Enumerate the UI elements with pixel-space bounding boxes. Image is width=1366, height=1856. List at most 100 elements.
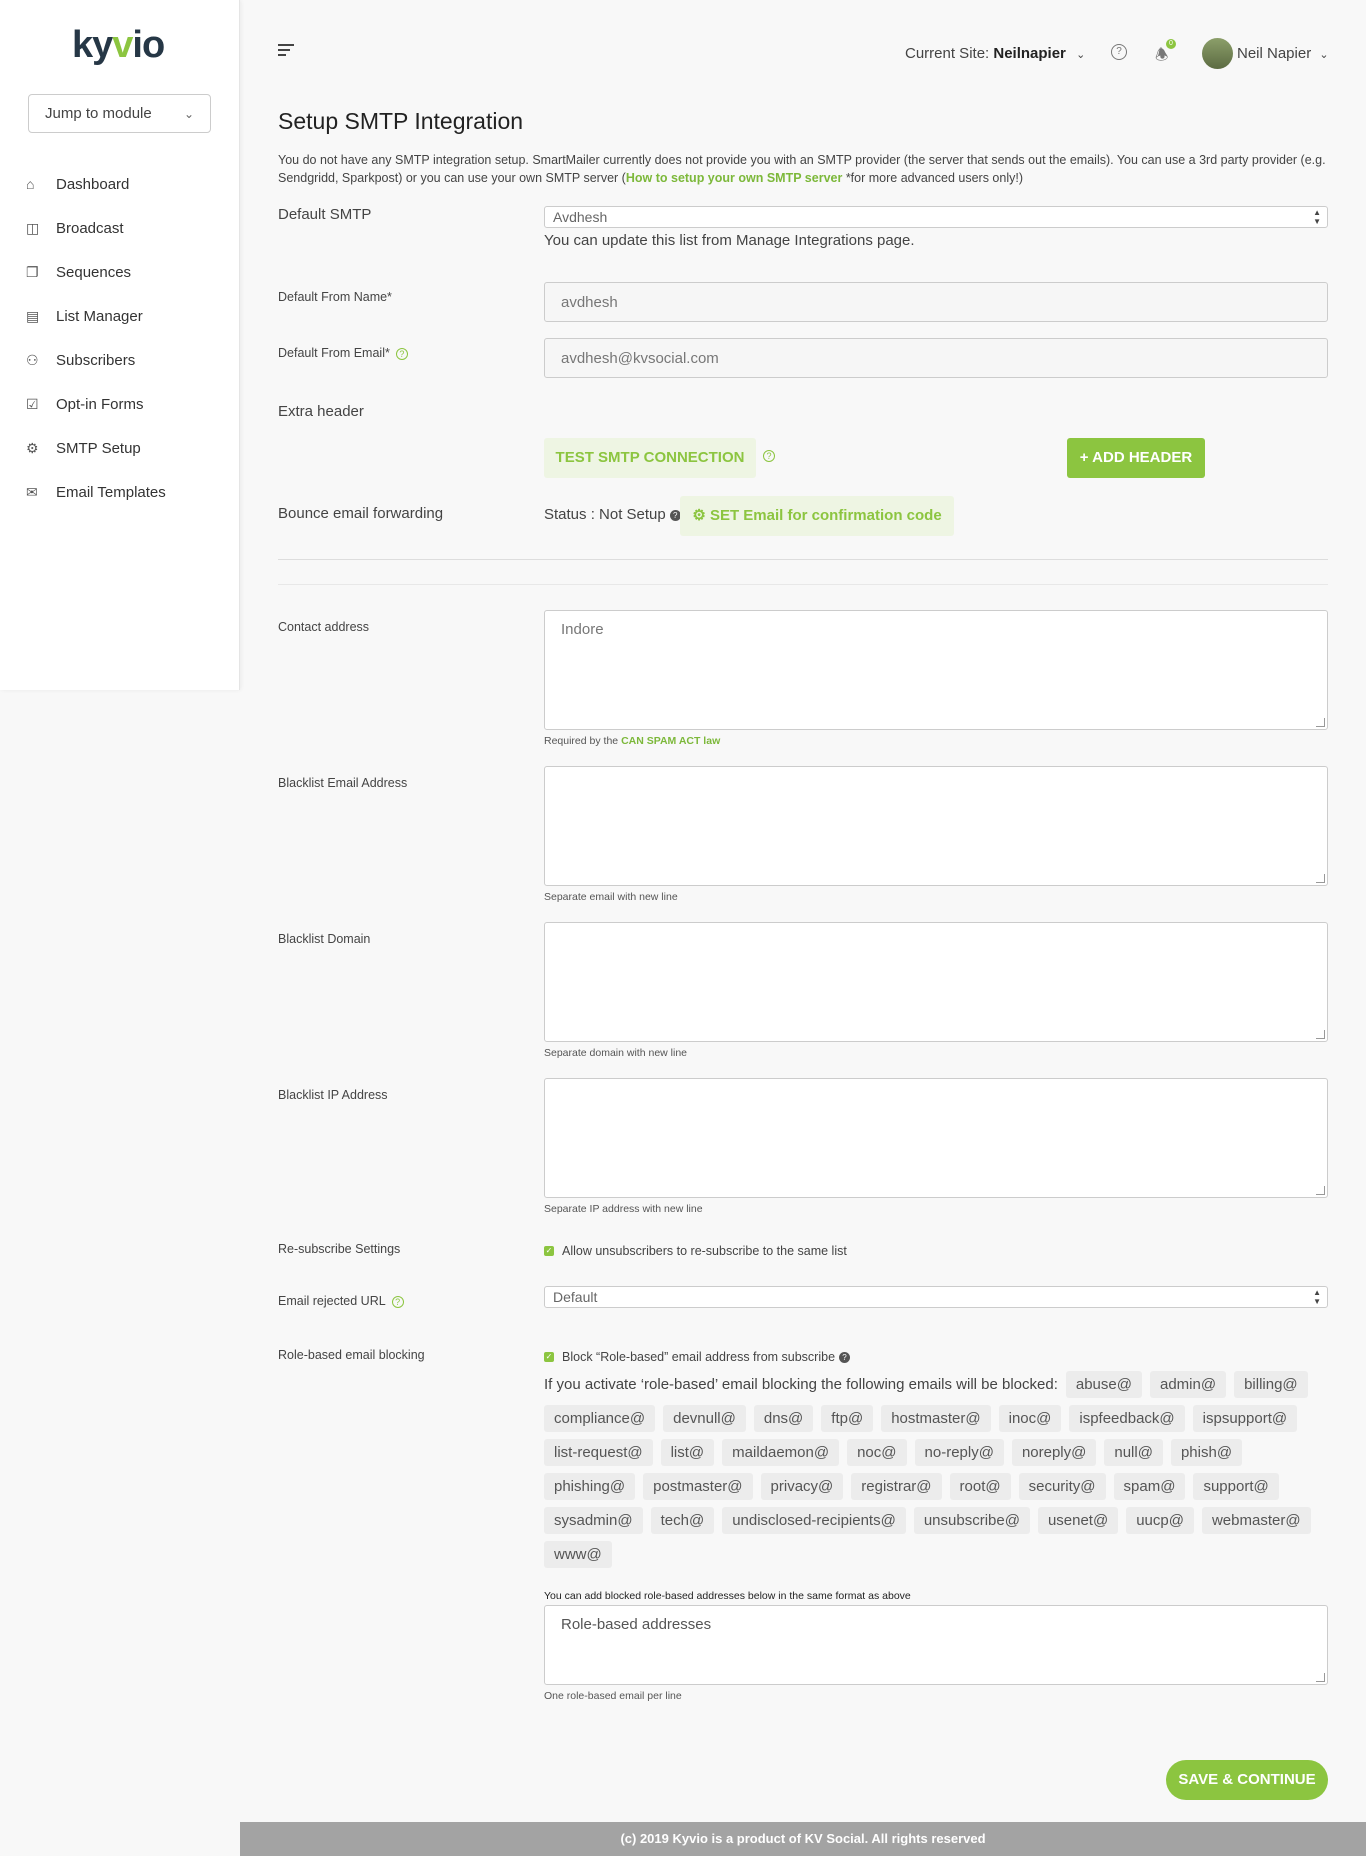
default-smtp-label: Default SMTP <box>278 206 372 223</box>
extra-header-label: Extra header <box>278 403 364 420</box>
current-site-selector[interactable]: Current Site: Neilnapier ⌄ <box>905 45 1085 62</box>
intro-text: You do not have any SMTP integration set… <box>278 151 1328 187</box>
role-tag: tech@ <box>650 1507 715 1534</box>
default-smtp-note: You can update this list from Manage Int… <box>544 232 915 249</box>
sidebar-item-email-templates[interactable]: ✉ Email Templates <box>26 470 166 514</box>
menu-toggle-icon[interactable] <box>278 44 294 59</box>
role-tag: list@ <box>660 1439 715 1466</box>
role-tag: null@ <box>1104 1439 1163 1466</box>
help-icon[interactable]: ? <box>1111 44 1127 60</box>
logo-text: ky <box>72 24 113 66</box>
resubscribe-check-label: Allow unsubscribers to re-subscribe to t… <box>562 1244 847 1258</box>
envelope-icon: ✉ <box>26 483 38 500</box>
chevron-down-icon: ⌄ <box>1076 49 1086 61</box>
blacklist-ip-textarea[interactable] <box>544 1078 1328 1198</box>
from-email-input[interactable]: avdhesh@kvsocial.com <box>544 338 1328 378</box>
divider <box>278 559 1328 560</box>
sidebar-item-sequences[interactable]: ❐ Sequences <box>26 250 166 294</box>
question-circle-icon[interactable]: ? <box>839 1351 851 1363</box>
role-help: One role-based email per line <box>544 1690 682 1702</box>
role-blocking-checkbox[interactable]: ✓ <box>544 1352 554 1363</box>
select-arrows-icon: ▲ ▼ <box>1313 208 1321 226</box>
role-tag: security@ <box>1018 1473 1106 1500</box>
rejected-url-label: Email rejected URL <box>278 1294 386 1308</box>
role-addresses-textarea[interactable]: Role-based addresses <box>544 1605 1328 1685</box>
blacklist-domain-label: Blacklist Domain <box>278 932 371 946</box>
contact-address-textarea[interactable]: Indore <box>544 610 1328 730</box>
role-blocking-option: ✓ Block “Role-based” email address from s… <box>544 1348 1328 1364</box>
top-header: Current Site: Neilnapier ⌄ ? 🕭 0 Neil Nap… <box>240 0 1366 108</box>
question-icon[interactable]: ? <box>763 450 775 462</box>
sidebar-item-optin-forms[interactable]: ☑ Opt-in Forms <box>26 382 166 426</box>
contact-label: Contact address <box>278 620 370 634</box>
add-header-button[interactable]: + ADD HEADER <box>1067 438 1205 478</box>
page-title: Setup SMTP Integration <box>278 108 524 134</box>
chevron-down-icon: ⌄ <box>1319 49 1329 61</box>
default-smtp-select[interactable]: Avdhesh ▲ ▼ <box>544 206 1328 228</box>
role-tag: postmaster@ <box>643 1473 753 1500</box>
role-tag: noreply@ <box>1011 1439 1097 1466</box>
sidebar-item-label: Subscribers <box>56 351 136 369</box>
sidebar-item-broadcast[interactable]: ◫ Broadcast <box>26 206 166 250</box>
role-tag: billing@ <box>1234 1371 1308 1398</box>
contact-help: Required by the CAN SPAM ACT law <box>544 735 1328 747</box>
role-tag: phish@ <box>1170 1439 1243 1466</box>
sequences-icon: ❐ <box>26 263 39 280</box>
test-smtp-button[interactable]: TEST SMTP CONNECTION <box>544 438 756 478</box>
sidebar-item-smtp-setup[interactable]: ⚙ SMTP Setup <box>26 426 166 470</box>
save-continue-button[interactable]: SAVE & CONTINUE <box>1166 1760 1328 1800</box>
sidebar-item-label: Email Templates <box>56 483 166 501</box>
role-tag: registrar@ <box>851 1473 942 1500</box>
role-tag: abuse@ <box>1065 1371 1142 1398</box>
smtp-help-link[interactable]: How to setup your own SMTP server <box>626 171 842 185</box>
set-email-confirmation-button[interactable]: ⚙ SET Email for confirmation code <box>680 496 954 536</box>
jump-to-module-dropdown[interactable]: Jump to module ⌄ <box>28 94 211 133</box>
home-icon: ⌂ <box>26 176 35 192</box>
role-tag: root@ <box>949 1473 1011 1500</box>
sidebar-item-label: Sequences <box>56 263 132 281</box>
from-name-label: Default From Name* <box>278 290 392 304</box>
sidebar-item-dashboard[interactable]: ⌂ Dashboard <box>26 162 166 206</box>
default-smtp-value: Avdhesh <box>553 209 608 225</box>
notifications-bell-icon[interactable]: 🕭 0 <box>1155 39 1176 70</box>
resubscribe-checkbox[interactable]: ✓ <box>544 1246 554 1257</box>
role-tag: noc@ <box>847 1439 907 1466</box>
resubscribe-label: Re-subscribe Settings <box>278 1242 401 1256</box>
role-tag: admin@ <box>1149 1371 1227 1398</box>
can-spam-link[interactable]: CAN SPAM ACT law <box>621 735 720 747</box>
rejected-url-select[interactable]: Default ▲ ▼ <box>544 1286 1328 1308</box>
sidebar-item-list-manager[interactable]: ▤ List Manager <box>26 294 166 338</box>
question-icon[interactable]: ? <box>395 347 408 360</box>
role-tag: maildaemon@ <box>722 1439 840 1466</box>
from-name-input[interactable]: avdhesh <box>544 282 1328 322</box>
blacklist-email-help: Separate email with new line <box>544 891 678 903</box>
avatar[interactable] <box>1202 38 1233 69</box>
user-menu[interactable]: Neil Napier ⌄ <box>1237 45 1329 62</box>
set-email-label: SET Email for confirmation code <box>709 507 942 524</box>
jump-label: Jump to module <box>45 105 152 122</box>
bounce-label: Bounce email forwarding <box>278 505 444 522</box>
site-prefix: Current Site: <box>905 45 990 62</box>
blacklist-domain-textarea[interactable] <box>544 922 1328 1042</box>
from-email-label-wrap: Default From Email*? <box>278 346 408 360</box>
role-tag: list-request@ <box>544 1439 653 1466</box>
users-icon: ⚇ <box>26 351 39 368</box>
question-icon[interactable]: ? <box>391 1295 404 1308</box>
role-tag: spam@ <box>1113 1473 1186 1500</box>
list-icon: ▤ <box>26 307 40 324</box>
role-tag: uucp@ <box>1126 1507 1194 1534</box>
role-addresses-placeholder: Role-based addresses <box>561 1616 712 1633</box>
sidebar-item-label: Opt-in Forms <box>56 395 144 413</box>
blacklist-email-textarea[interactable] <box>544 766 1328 886</box>
kyvio-logo[interactable]: kyvio <box>72 24 165 67</box>
contact-help-text: Required by the <box>544 735 622 747</box>
chevron-down-icon: ⌄ <box>183 107 194 121</box>
role-tags-list: If you activate ‘role-based’ email block… <box>544 1371 1328 1568</box>
role-tag: ispfeedback@ <box>1069 1405 1185 1432</box>
gear-icon: ⚙ <box>26 439 39 456</box>
role-add-note: You can add blocked role-based addresses… <box>544 1590 911 1602</box>
intro-text-2: *for more advanced users only!) <box>842 171 1023 185</box>
role-tag: ispsupport@ <box>1192 1405 1298 1432</box>
role-tag: inoc@ <box>998 1405 1062 1432</box>
sidebar-item-subscribers[interactable]: ⚇ Subscribers <box>26 338 166 382</box>
